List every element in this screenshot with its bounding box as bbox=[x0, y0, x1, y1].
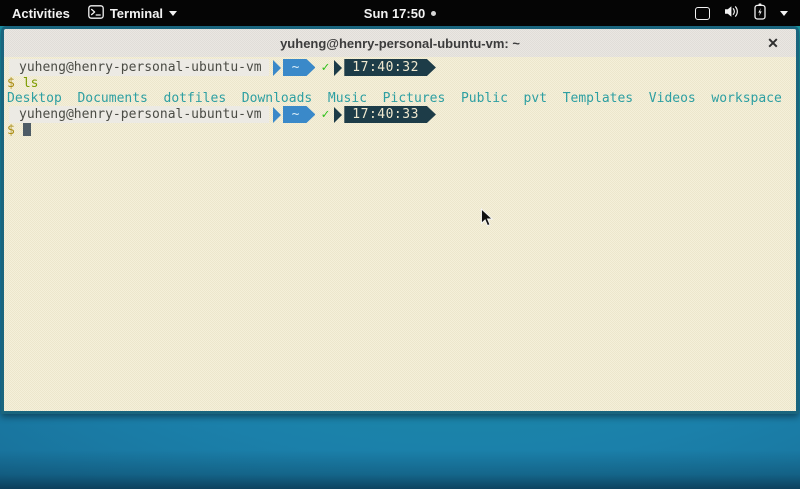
prompt-timestamp: 17:40:33 bbox=[344, 106, 436, 123]
prompt-user-host: yuheng@henry-personal-ubuntu-vm bbox=[9, 59, 269, 76]
status-check-icon: ✓ bbox=[321, 59, 329, 76]
prompt-timestamp: 17:40:32 bbox=[344, 59, 436, 76]
chevron-down-icon bbox=[780, 11, 788, 16]
terminal-cursor bbox=[23, 123, 31, 136]
terminal-content[interactable]: yuheng@henry-personal-ubuntu-vm ~ ✓ 17:4… bbox=[4, 57, 796, 411]
system-status-area[interactable] bbox=[695, 3, 800, 23]
directory-listing: Desktop Documents dotfiles Downloads Mus… bbox=[7, 91, 793, 106]
notification-dot bbox=[431, 11, 436, 16]
prompt-line: yuheng@henry-personal-ubuntu-vm ~ ✓ 17:4… bbox=[7, 106, 793, 123]
prompt-path: ~ bbox=[283, 59, 316, 76]
screen-icon bbox=[695, 7, 710, 20]
battery-charging-icon bbox=[754, 3, 766, 23]
prompt-dollar: $ bbox=[7, 76, 15, 91]
app-menu-terminal[interactable]: Terminal bbox=[88, 5, 177, 22]
activities-button[interactable]: Activities bbox=[12, 6, 70, 21]
prompt-user-host: yuheng@henry-personal-ubuntu-vm bbox=[9, 106, 269, 123]
status-check-icon: ✓ bbox=[321, 106, 329, 123]
terminal-icon bbox=[88, 5, 104, 22]
input-line[interactable]: $ bbox=[7, 123, 793, 138]
powerline-arrow-icon bbox=[273, 60, 281, 76]
clock[interactable]: Sun 17:50 bbox=[364, 6, 425, 21]
close-button[interactable]: ✕ bbox=[764, 34, 782, 52]
window-title: yuheng@henry-personal-ubuntu-vm: ~ bbox=[280, 36, 520, 51]
powerline-arrow-icon bbox=[273, 107, 281, 123]
app-menu-label: Terminal bbox=[110, 6, 163, 21]
command-line: $ ls bbox=[7, 76, 793, 91]
volume-icon bbox=[724, 5, 740, 21]
chevron-down-icon bbox=[169, 11, 177, 16]
prompt-line: yuheng@henry-personal-ubuntu-vm ~ ✓ 17:4… bbox=[7, 59, 793, 76]
terminal-window: yuheng@henry-personal-ubuntu-vm: ~ ✕ yuh… bbox=[1, 26, 799, 414]
powerline-arrow-icon bbox=[334, 107, 342, 123]
top-bar: Activities Terminal Sun 17:50 bbox=[0, 0, 800, 26]
powerline-arrow-icon bbox=[334, 60, 342, 76]
prompt-dollar: $ bbox=[7, 123, 15, 138]
prompt-path: ~ bbox=[283, 106, 316, 123]
typed-command: ls bbox=[23, 76, 39, 91]
window-titlebar[interactable]: yuheng@henry-personal-ubuntu-vm: ~ ✕ bbox=[4, 29, 796, 57]
